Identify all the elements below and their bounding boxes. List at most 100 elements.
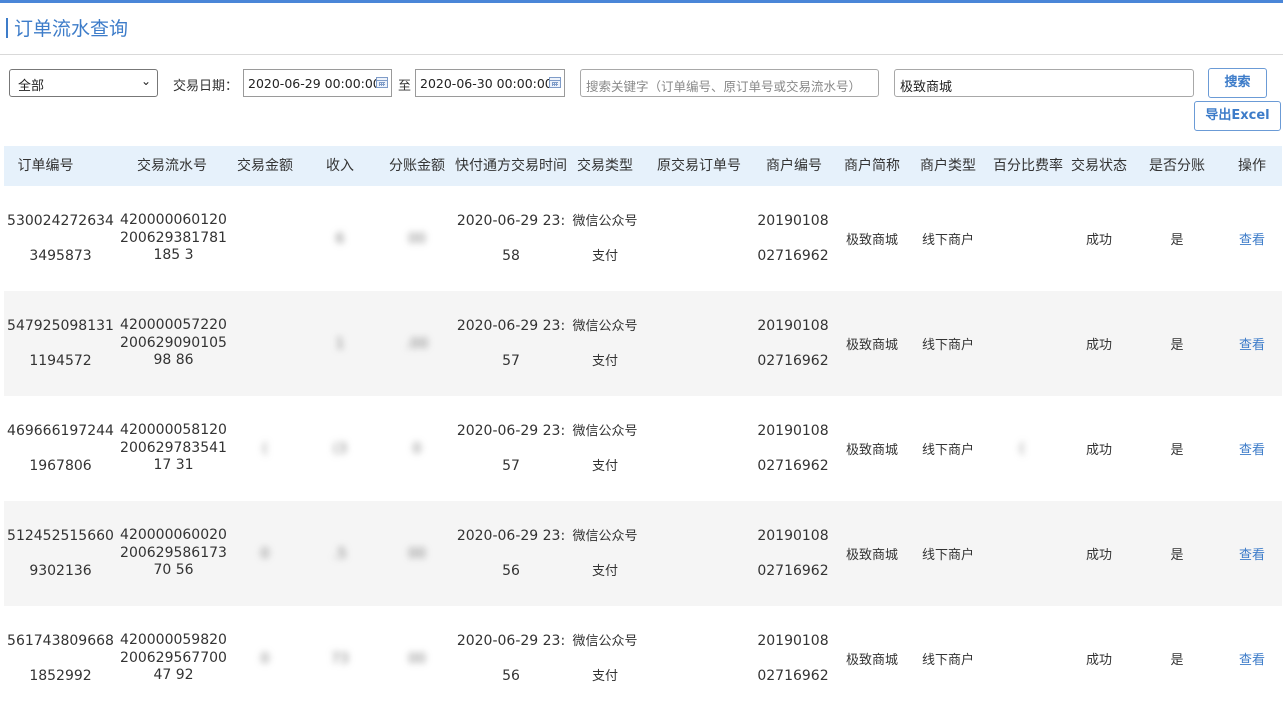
keyword-search-input[interactable]: 搜索关键字（订单编号、原订单号或交易流水号） <box>580 69 879 97</box>
cell-orig-order-no <box>648 396 750 501</box>
table-row: 5479250981311194572 42000005722020062909… <box>4 291 1282 396</box>
view-link[interactable]: 查看 <box>1232 606 1272 711</box>
cell-amount: 0 <box>260 545 270 562</box>
cell-order-no: 5617438096681852992 <box>7 632 114 684</box>
col-status: 交易状态 <box>1071 158 1127 174</box>
cell-txn-no: 42000005982020062956770047 92 <box>120 632 227 684</box>
cell-is-split: 是 <box>1170 443 1184 458</box>
search-button[interactable]: 搜索 <box>1208 68 1267 98</box>
title-marker <box>6 18 8 38</box>
cell-merchant-type: 线下商户 <box>921 338 974 353</box>
cell-orig-order-no <box>648 501 750 606</box>
view-link[interactable]: 查看 <box>1232 396 1272 501</box>
cell-txn-no: 420000060120200629381781185 3 <box>120 212 227 264</box>
cell-income: 1 <box>335 335 345 352</box>
cell-status: 成功 <box>1085 548 1112 563</box>
cell-merchant-name: 极致商城 <box>845 233 898 248</box>
cell-status: 成功 <box>1085 338 1112 353</box>
cell-order-no: 5479250981311194572 <box>7 317 114 369</box>
cell-orig-order-no <box>648 606 750 711</box>
cell-txn-type: 微信公众号支付 <box>572 633 638 684</box>
cell-status: 成功 <box>1085 653 1112 668</box>
view-link[interactable]: 查看 <box>1232 186 1272 291</box>
cell-split-amount: 0 <box>412 440 422 457</box>
merchant-name-input[interactable]: 极致商城 <box>894 69 1194 97</box>
cell-txn-type: 微信公众号支付 <box>572 423 638 474</box>
table-row: 4696661972441967806 42000005812020062978… <box>4 396 1282 501</box>
cell-split-amount: 00 <box>408 650 426 667</box>
col-txn-time: 快付通方交易时间 <box>455 158 567 174</box>
cell-merchant-no: 2019010802716962 <box>757 212 829 264</box>
col-rate: 百分比费率 <box>993 158 1063 174</box>
cell-txn-time: 2020-06-29 23:57 <box>456 317 566 369</box>
cell-txn-no: 42000005722020062909010598 86 <box>120 317 227 369</box>
cell-txn-type: 微信公众号支付 <box>572 528 638 579</box>
cell-merchant-name: 极致商城 <box>845 338 898 353</box>
col-merchant-type: 商户类型 <box>920 158 976 174</box>
cell-rate: ( <box>1019 440 1025 457</box>
cell-amount <box>230 186 300 291</box>
cell-rate <box>992 186 1052 291</box>
page-title: 订单流水查询 <box>6 14 128 41</box>
cell-orig-order-no <box>648 186 750 291</box>
cell-amount: 0 <box>260 650 270 667</box>
calendar-icon[interactable] <box>376 77 388 88</box>
col-amount: 交易金额 <box>237 158 293 174</box>
col-order-no: 订单编号 <box>17 158 74 174</box>
col-split-amount: 分账金额 <box>389 158 445 174</box>
cell-split-amount: 00 <box>408 230 426 247</box>
cell-txn-time: 2020-06-29 23:56 <box>456 527 566 579</box>
cell-merchant-no: 2019010802716962 <box>757 632 829 684</box>
cell-status: 成功 <box>1085 233 1112 248</box>
calendar-icon[interactable] <box>549 77 561 88</box>
cell-split-amount: .00 <box>405 335 429 352</box>
cell-amount <box>230 291 300 396</box>
cell-rate <box>992 291 1052 396</box>
cell-merchant-no: 2019010802716962 <box>757 317 829 369</box>
cell-merchant-type: 线下商户 <box>921 443 974 458</box>
export-excel-button[interactable]: 导出Excel <box>1194 101 1281 131</box>
page-title-text: 订单流水查询 <box>14 18 129 40</box>
col-txn-no: 交易流水号 <box>137 158 207 174</box>
cell-order-no: 5124525156609302136 <box>7 527 114 579</box>
cell-order-no: 4696661972441967806 <box>7 422 114 474</box>
cell-is-split: 是 <box>1170 548 1184 563</box>
cell-merchant-no: 2019010802716962 <box>757 527 829 579</box>
date-end-input[interactable]: 2020-06-30 00:00:00 <box>415 69 565 97</box>
col-orig-order-no: 原交易订单号 <box>657 158 741 174</box>
date-start-input[interactable]: 2020-06-29 00:00:00 <box>243 69 392 97</box>
type-select-value: 全部 <box>18 79 45 94</box>
top-accent-bar <box>0 0 1283 3</box>
date-start-value: 2020-06-29 00:00:00 <box>248 76 381 91</box>
view-link[interactable]: 查看 <box>1232 501 1272 606</box>
cell-merchant-type: 线下商户 <box>921 548 974 563</box>
cell-txn-type: 微信公众号支付 <box>572 213 638 264</box>
cell-income: .5 <box>333 545 347 562</box>
cell-merchant-type: 线下商户 <box>921 233 974 248</box>
col-merchant-no: 商户编号 <box>766 158 822 174</box>
cell-txn-type: 微信公众号支付 <box>572 318 638 369</box>
cell-income: (3 <box>332 440 348 457</box>
title-divider <box>0 54 1283 55</box>
cell-merchant-no: 2019010802716962 <box>757 422 829 474</box>
col-merchant-name: 商户简称 <box>844 158 900 174</box>
table-header: 订单编号 交易流水号 交易金额 收入 分账金额 快付通方交易时间 交易类型 原交… <box>4 146 1282 186</box>
cell-merchant-name: 极致商城 <box>845 548 898 563</box>
cell-merchant-type: 线下商户 <box>921 653 974 668</box>
col-action: 操作 <box>1238 158 1266 174</box>
cell-split-amount: 00 <box>408 545 426 562</box>
cell-amount: ( <box>262 440 268 457</box>
cell-merchant-name: 极致商城 <box>845 443 898 458</box>
table-row: 5300242726343495873 42000006012020062938… <box>4 186 1282 291</box>
col-txn-type: 交易类型 <box>577 158 633 174</box>
cell-txn-time: 2020-06-29 23:58 <box>456 212 566 264</box>
cell-status: 成功 <box>1085 443 1112 458</box>
table-row: 5124525156609302136 42000006002020062958… <box>4 501 1282 606</box>
view-link[interactable]: 查看 <box>1232 291 1272 396</box>
cell-orig-order-no <box>648 291 750 396</box>
cell-txn-no: 42000005812020062978354117 31 <box>120 422 227 474</box>
cell-order-no: 5300242726343495873 <box>7 212 114 264</box>
cell-txn-time: 2020-06-29 23:56 <box>456 632 566 684</box>
cell-income: 73 <box>331 650 349 667</box>
type-select[interactable]: 全部 ⌄ <box>9 69 158 97</box>
